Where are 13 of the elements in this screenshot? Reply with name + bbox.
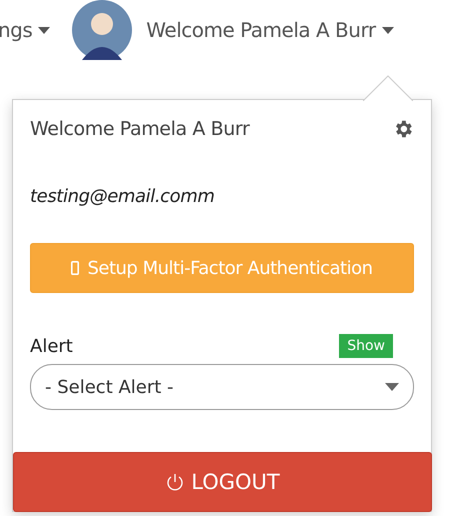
caret-icon <box>38 26 50 34</box>
logout-button[interactable]: LOGOUT <box>13 452 432 512</box>
alert-label: Alert <box>30 336 73 356</box>
dropdown-title: Welcome Pamela A Burr <box>30 118 250 140</box>
caret-icon <box>382 26 394 34</box>
dropdown-arrow-icon <box>385 383 399 391</box>
user-menu-link[interactable]: Welcome Pamela A Burr <box>146 18 394 42</box>
menu-link[interactable]: ngs <box>0 18 50 42</box>
avatar-icon[interactable] <box>72 0 132 60</box>
phone-icon <box>71 261 80 275</box>
alert-select[interactable]: - Select Alert - <box>30 364 414 410</box>
user-email: testing@email.comm <box>30 186 216 207</box>
power-icon <box>165 472 186 492</box>
